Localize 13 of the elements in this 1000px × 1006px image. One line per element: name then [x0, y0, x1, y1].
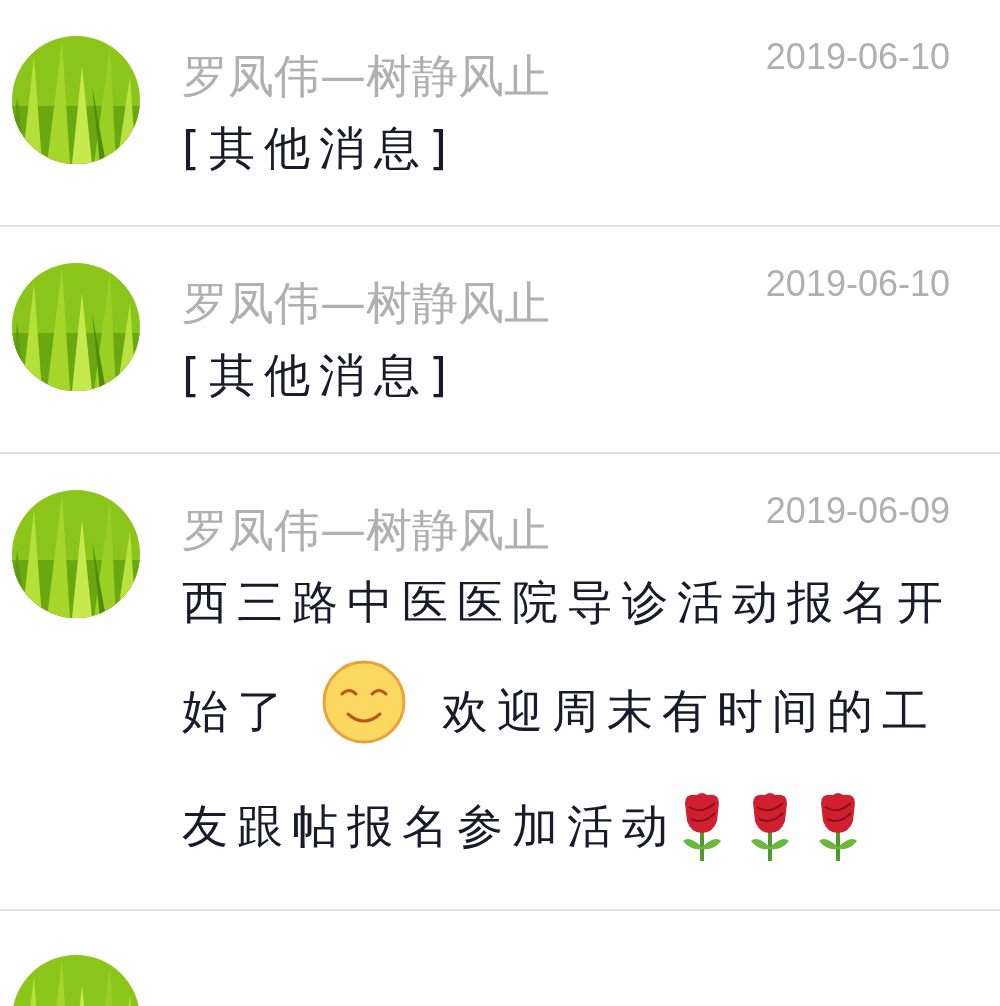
sender-name: 罗凤伟—树静风止: [182, 48, 550, 105]
message-date: 2019-06-10: [765, 36, 950, 78]
sender-name: 罗凤伟—树静风止: [182, 275, 550, 332]
message-text: 始了: [182, 683, 292, 740]
message-text: [其他消息]: [182, 120, 456, 177]
message-text: 欢迎周末有时间的工: [442, 683, 937, 740]
message-text: [其他消息]: [182, 347, 456, 404]
message-text: 友跟帖报名参加活动: [182, 798, 677, 855]
message-text: 西三路中医医院导诊活动报名开: [182, 574, 952, 631]
sender-name: 罗凤伟—树静风止: [182, 502, 550, 559]
smiley-icon: [322, 660, 406, 744]
message-date: 2019-06-09: [765, 490, 950, 532]
message-date: 2019-06-10: [765, 263, 950, 305]
